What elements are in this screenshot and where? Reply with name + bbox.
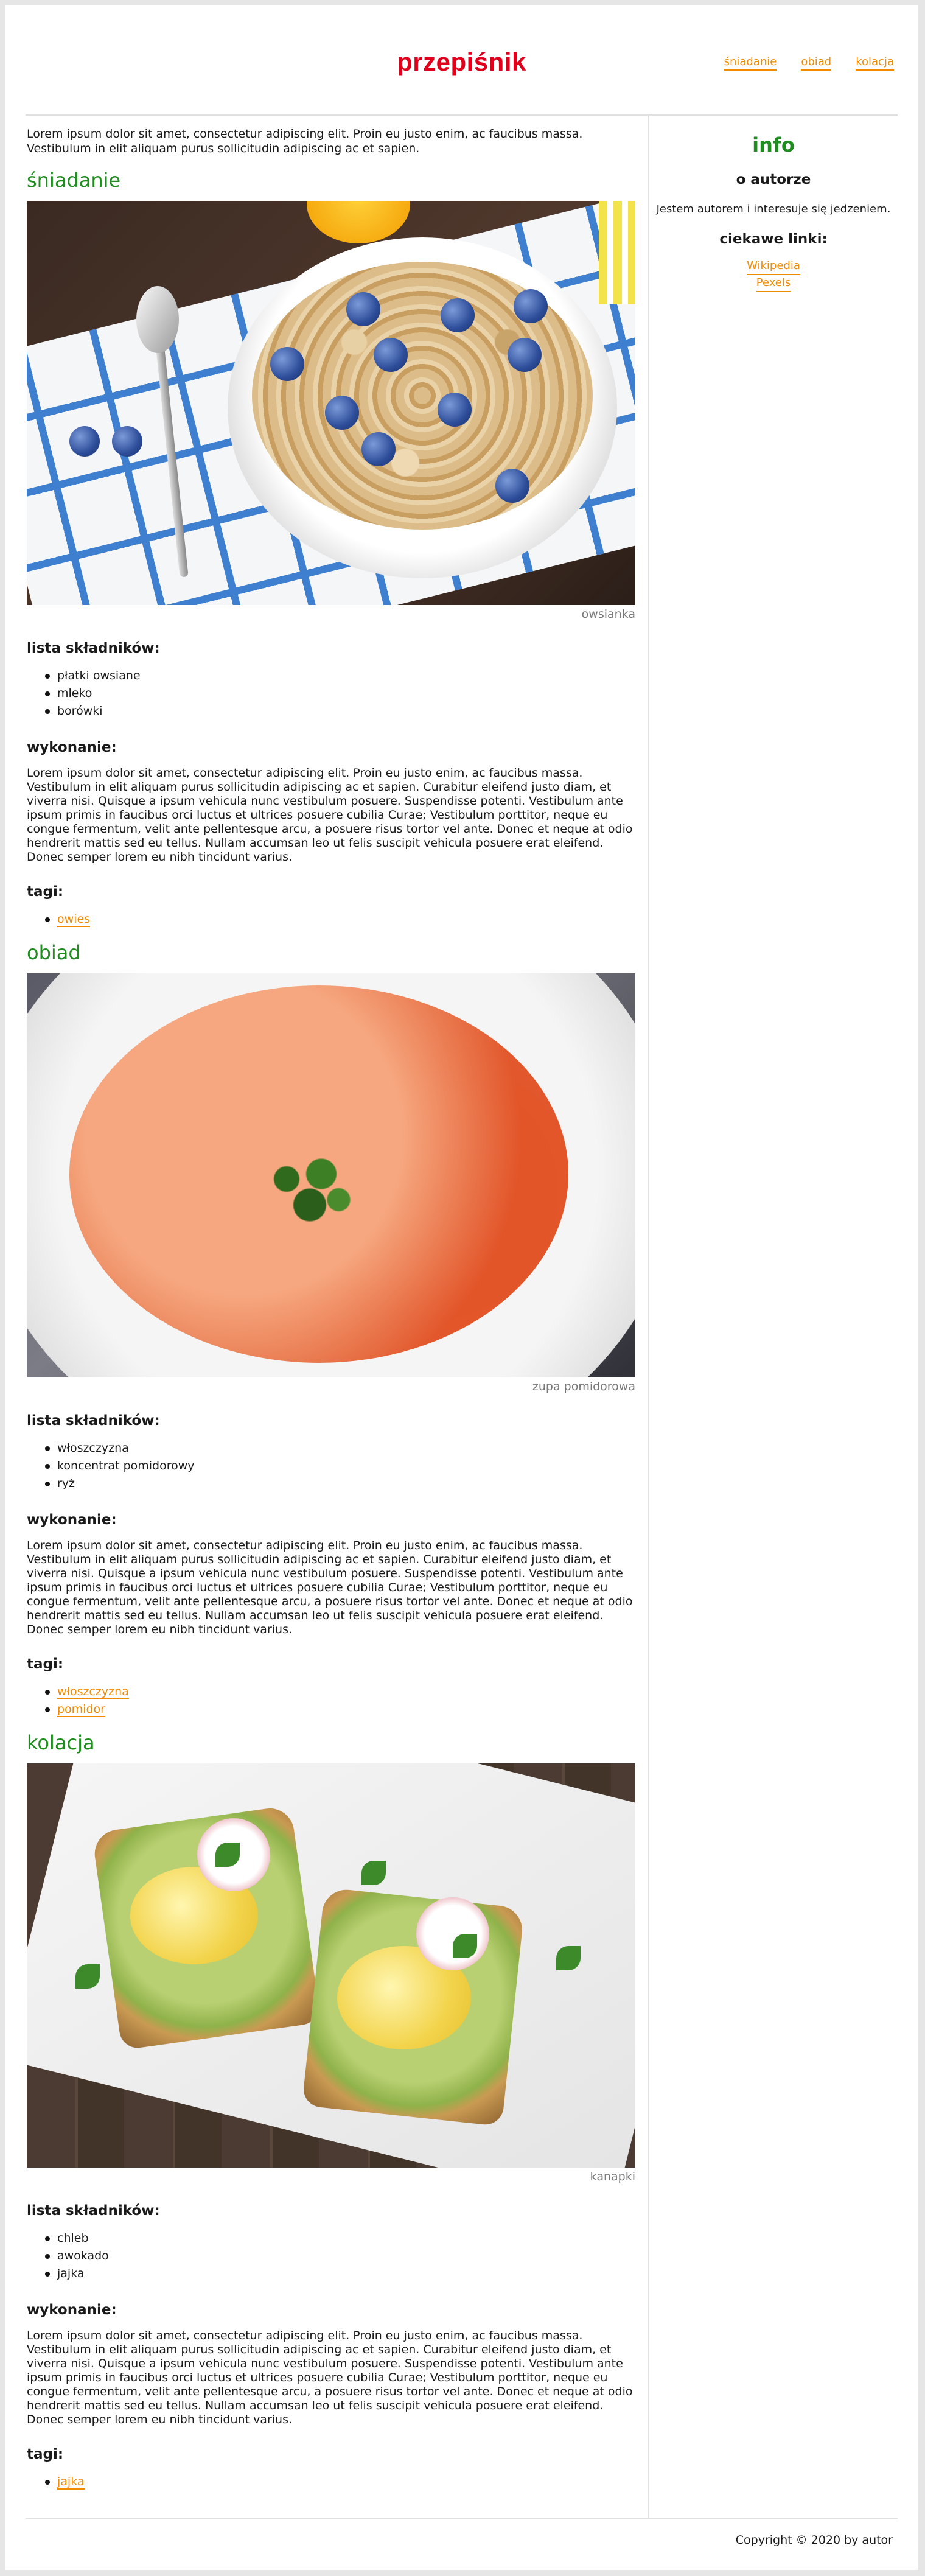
- tags-list: owies: [27, 911, 635, 928]
- link-pexels[interactable]: Pexels: [756, 275, 791, 292]
- about-text: Jestem autorem i interesuje się jedzenie…: [656, 203, 891, 215]
- ingredients-heading: lista składników:: [27, 1413, 160, 1429]
- header: przepiśnik śniadanie obiad kolacja: [5, 5, 918, 114]
- links-list: Wikipedia Pexels: [649, 258, 898, 292]
- ingredients-heading: lista składników:: [27, 640, 160, 656]
- ingredients-list: włoszczyzna koncentrat pomidorowy ryż: [27, 1440, 635, 1493]
- tags-list: jajka: [27, 2473, 635, 2491]
- recipe-title: kolacja: [27, 1731, 95, 1754]
- ingredient-item: płatki owsiane: [45, 667, 635, 685]
- photo-caption: owsianka: [581, 607, 635, 621]
- ingredient-item: awokado: [45, 2247, 635, 2265]
- nav-link-lunch[interactable]: obiad: [801, 55, 832, 71]
- photo-caption: kanapki: [590, 2170, 635, 2183]
- tag-item: włoszczyzna: [45, 1683, 635, 1701]
- sidebar-title: info: [752, 133, 795, 156]
- nav-link-breakfast[interactable]: śniadanie: [724, 55, 777, 71]
- page: przepiśnik śniadanie obiad kolacja Lorem…: [5, 5, 918, 2570]
- recipe-photo-sandwiches: [27, 1763, 635, 2168]
- method-text: Lorem ipsum dolor sit amet, consectetur …: [27, 766, 633, 864]
- ingredient-item: włoszczyzna: [45, 1440, 635, 1457]
- method-heading: wykonanie:: [27, 1512, 117, 1528]
- main-nav: śniadanie obiad kolacja: [724, 55, 894, 71]
- ingredients-list: chleb awokado jajka: [27, 2230, 635, 2283]
- method-text: Lorem ipsum dolor sit amet, consectetur …: [27, 2329, 633, 2426]
- links-heading: ciekawe linki:: [719, 231, 828, 247]
- method-text: Lorem ipsum dolor sit amet, consectetur …: [27, 1539, 633, 1636]
- tag-item: pomidor: [45, 1701, 635, 1718]
- recipe-title: obiad: [27, 941, 81, 964]
- ingredient-item: jajka: [45, 2265, 635, 2283]
- sidebar: info o autorze Jestem autorem i interesu…: [649, 127, 898, 292]
- intro-text: Lorem ipsum dolor sit amet, consectetur …: [27, 127, 583, 155]
- recipe-breakfast: śniadanie owsianka lista składników: pła…: [27, 168, 635, 928]
- tag-link[interactable]: włoszczyzna: [57, 1685, 129, 1699]
- link-wikipedia[interactable]: Wikipedia: [747, 258, 800, 275]
- photo-caption: zupa pomidorowa: [532, 1380, 635, 1393]
- footer-divider: [26, 2518, 898, 2519]
- tag-link[interactable]: pomidor: [57, 1703, 105, 1717]
- recipe-dinner: kolacja kanapki lista składników: chleb …: [27, 1731, 635, 2491]
- method-heading: wykonanie:: [27, 2302, 117, 2318]
- recipe-title: śniadanie: [27, 169, 121, 192]
- ingredient-item: ryż: [45, 1475, 635, 1493]
- tags-heading: tagi:: [27, 884, 64, 900]
- tags-heading: tagi:: [27, 2446, 64, 2462]
- tags-heading: tagi:: [27, 1656, 64, 1672]
- ingredient-item: mleko: [45, 685, 635, 702]
- ingredients-heading: lista składników:: [27, 2203, 160, 2219]
- recipe-photo-tomato-soup: [27, 973, 635, 1377]
- ingredients-list: płatki owsiane mleko borówki: [27, 667, 635, 720]
- tag-link[interactable]: owies: [57, 912, 91, 927]
- main-content: Lorem ipsum dolor sit amet, consectetur …: [27, 127, 635, 2491]
- recipe-photo-oatmeal: [27, 201, 635, 605]
- recipe-lunch: obiad zupa pomidorowa lista składników: …: [27, 940, 635, 1718]
- footer-copyright: Copyright © 2020 by autor: [735, 2533, 893, 2547]
- sidebar-divider: [648, 116, 649, 2518]
- nav-link-dinner[interactable]: kolacja: [856, 55, 894, 71]
- header-divider: [26, 114, 898, 116]
- ingredient-item: borówki: [45, 702, 635, 720]
- ingredient-item: koncentrat pomidorowy: [45, 1457, 635, 1475]
- ingredient-item: chleb: [45, 2230, 635, 2247]
- tag-link[interactable]: jajka: [57, 2475, 85, 2490]
- tags-list: włoszczyzna pomidor: [27, 1683, 635, 1718]
- method-heading: wykonanie:: [27, 740, 117, 755]
- about-heading: o autorze: [736, 172, 811, 187]
- tag-item: owies: [45, 911, 635, 928]
- tag-item: jajka: [45, 2473, 635, 2491]
